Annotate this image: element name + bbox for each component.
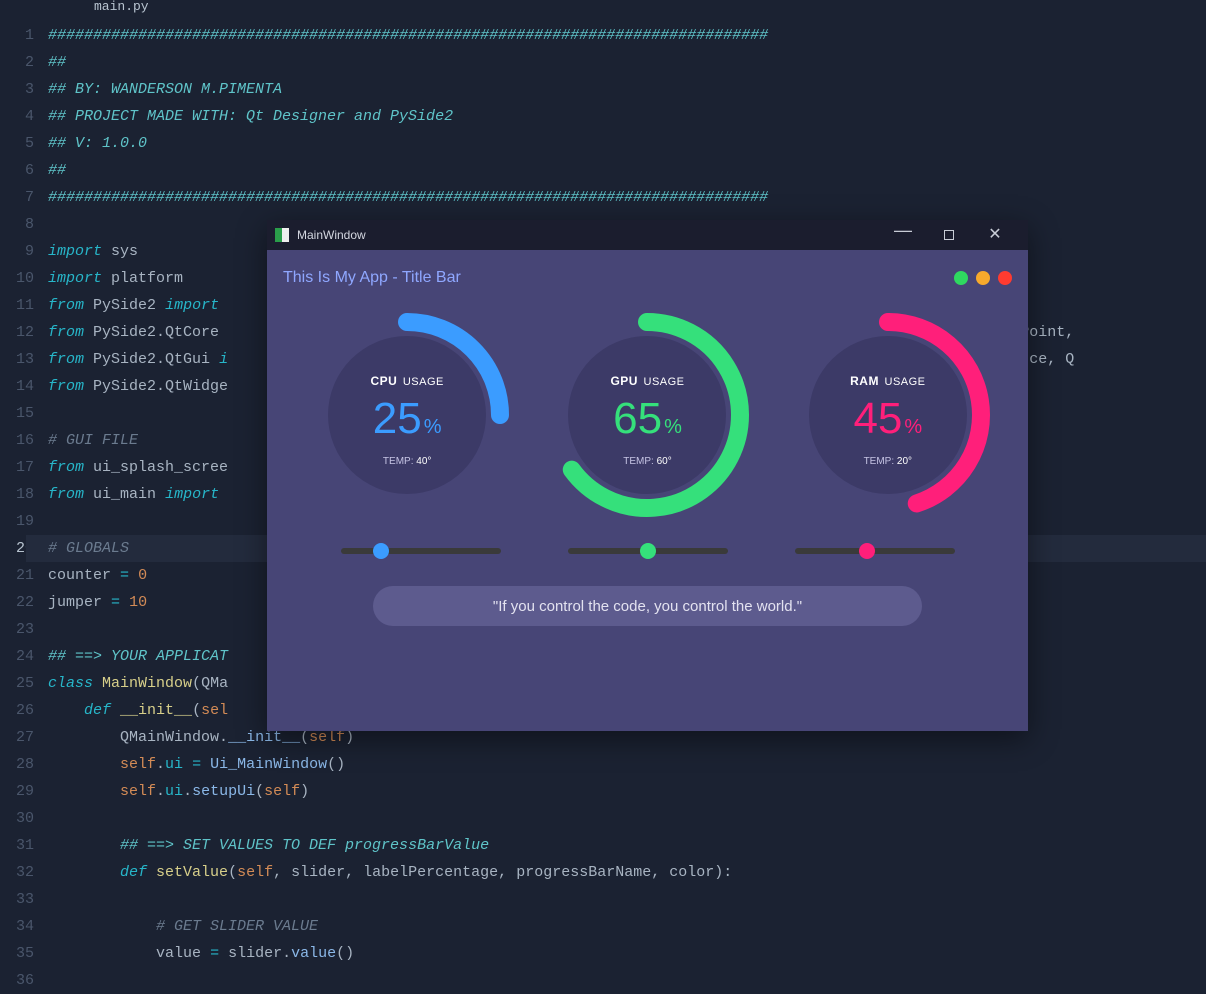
gauge-value: 25% [373,394,442,444]
gauge-label: GPU USAGE [610,374,684,388]
line-number-gutter: 1234567891011121314151617181920212223242… [0,16,48,994]
gauge-cpu: CPU USAGE 25% TEMP: 40° [302,310,512,520]
quote-bar: "If you control the code, you control th… [373,586,922,626]
gauge-value: 45% [853,394,922,444]
code-line[interactable]: ########################################… [48,22,1206,49]
traffic-dot-yellow[interactable] [976,271,990,285]
gauge-label: RAM USAGE [850,374,925,388]
traffic-dot-red[interactable] [998,271,1012,285]
quote-text: "If you control the code, you control th… [493,598,802,615]
window-titlebar[interactable]: MainWindow — ✕ [267,220,1028,250]
code-line[interactable]: ## [48,157,1206,184]
code-line[interactable]: self.ui = Ui_MainWindow() [48,751,1206,778]
app-body: This Is My App - Title Bar CPU USAGE 25%… [267,250,1028,731]
gauge-label: CPU USAGE [370,374,443,388]
slider-cpu[interactable] [341,544,501,558]
gauge-temp: TEMP: 40° [383,456,431,467]
code-line[interactable]: ## [48,49,1206,76]
code-line[interactable]: ## PROJECT MADE WITH: Qt Designer and Py… [48,103,1206,130]
app-title: This Is My App - Title Bar [283,269,461,287]
editor-tab-bar: main.py [0,0,1206,16]
code-line[interactable]: ## ==> SET VALUES TO DEF progressBarValu… [48,832,1206,859]
app-icon [275,228,289,242]
code-line[interactable]: ########################################… [48,184,1206,211]
code-line[interactable]: ## BY: WANDERSON M.PIMENTA [48,76,1206,103]
traffic-dot-green[interactable] [954,271,968,285]
slider-ram[interactable] [795,544,955,558]
code-line[interactable] [48,886,1206,913]
gauge-temp: TEMP: 20° [864,456,912,467]
code-line[interactable] [48,805,1206,832]
minimize-button[interactable]: — [880,215,926,245]
code-line[interactable]: ## V: 1.0.0 [48,130,1206,157]
close-button[interactable]: ✕ [972,220,1018,250]
window-title: MainWindow [297,228,366,242]
gauge-value: 65% [613,394,682,444]
code-line[interactable]: # GET SLIDER VALUE [48,913,1206,940]
app-window: MainWindow — ✕ This Is My App - Title Ba… [267,220,1028,731]
file-tab[interactable]: main.py [70,0,173,16]
code-line[interactable]: value = slider.value() [48,940,1206,967]
code-line[interactable]: self.ui.setupUi(self) [48,778,1206,805]
gauge-ram: RAM USAGE 45% TEMP: 20° [783,310,993,520]
maximize-button[interactable] [926,220,972,250]
code-line[interactable]: def setValue(self, slider, labelPercenta… [48,859,1206,886]
gauge-gpu: GPU USAGE 65% TEMP: 60° [542,310,752,520]
slider-gpu[interactable] [568,544,728,558]
gauge-temp: TEMP: 60° [623,456,671,467]
